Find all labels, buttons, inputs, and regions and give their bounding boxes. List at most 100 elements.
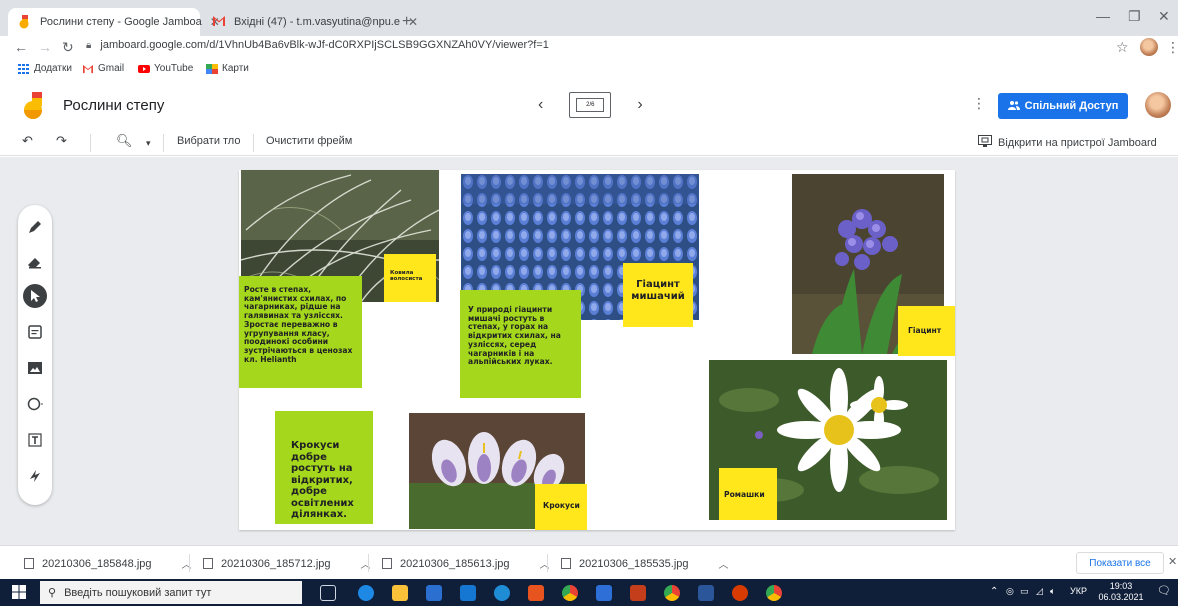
chevron-up-icon[interactable]: ︿ xyxy=(361,556,371,571)
redo-icon[interactable]: ↷ xyxy=(56,133,67,149)
prev-frame-icon[interactable]: ‹ xyxy=(538,96,543,114)
tray-chevron-icon[interactable]: ⌃ xyxy=(990,586,998,597)
text-box-icon[interactable] xyxy=(23,428,47,452)
toolbar-divider xyxy=(253,134,254,152)
more-options-icon[interactable]: ⋮ xyxy=(972,95,986,112)
bookmark-youtube[interactable]: YouTube xyxy=(138,63,193,74)
reload-icon[interactable]: ↻ xyxy=(62,39,74,56)
chrome-icon[interactable] xyxy=(562,585,578,601)
bookmark-apps[interactable]: Додатки xyxy=(18,63,72,74)
tray-app-icon[interactable]: ◎ xyxy=(1006,586,1014,597)
clock[interactable]: 19:03 06.03.2021 xyxy=(1096,581,1146,603)
mail-icon[interactable] xyxy=(460,585,476,601)
close-window-icon[interactable]: ✕ xyxy=(1158,8,1170,25)
open-on-jamboard-button[interactable]: Відкрити на пристрої Jamboard xyxy=(978,135,1157,150)
jam-title[interactable]: Рослини степу xyxy=(63,97,164,114)
download-item[interactable]: 20210306_185535.jpg ︿ xyxy=(561,556,729,571)
share-button[interactable]: Спільний Доступ xyxy=(998,93,1128,119)
next-frame-icon[interactable]: › xyxy=(637,96,642,114)
note-hyacinth-label[interactable]: Гіацинт xyxy=(898,306,955,356)
show-all-downloads-button[interactable]: Показати все xyxy=(1076,552,1164,574)
apps-grid-icon xyxy=(18,63,30,74)
undo-icon[interactable]: ↶ xyxy=(22,133,33,149)
word-icon[interactable] xyxy=(698,585,714,601)
bookmark-star-icon[interactable]: ☆ xyxy=(1116,39,1129,56)
tool-rail xyxy=(18,205,52,505)
office-icon[interactable] xyxy=(528,585,544,601)
bookmarks-bar: Додатки Gmail YouTube Карти xyxy=(0,60,1178,80)
note-grape-hyacinth-label[interactable]: Гіацинт мишачий xyxy=(623,263,693,327)
windows-start-icon[interactable] xyxy=(12,585,26,599)
url-field[interactable]: 🔒︎ jamboard.google.com/d/1VhnUb4Ba6vBlk-… xyxy=(86,39,549,51)
note-feather-grass-description[interactable]: Росте в степах, кам'янистих схилах, по ч… xyxy=(239,276,362,388)
add-image-icon[interactable] xyxy=(23,356,47,380)
jamboard-header: Рослини степу ‹ 2/6 › ⋮ Спільний Доступ xyxy=(0,80,1178,130)
jamboard-logo-icon[interactable] xyxy=(22,92,48,120)
bookmark-gmail[interactable]: Gmail xyxy=(82,63,124,74)
set-background-button[interactable]: Вибрати тло xyxy=(177,135,240,147)
download-filename: 20210306_185535.jpg xyxy=(579,557,689,570)
tab-jamboard[interactable]: Рослини степу - Google Jamboa ✕ xyxy=(8,8,220,36)
maximize-icon[interactable]: ❐ xyxy=(1128,8,1141,25)
bookmark-label: Карти xyxy=(222,63,249,74)
browser-tab-strip: Рослини степу - Google Jamboa ✕ Вхідні (… xyxy=(0,0,1178,36)
pdf-reader-icon[interactable] xyxy=(732,585,748,601)
sticky-note-icon[interactable] xyxy=(23,320,47,344)
note-chamomile-label[interactable]: Ромашки xyxy=(719,468,777,520)
chrome-second-icon[interactable] xyxy=(766,585,782,601)
volume-icon[interactable]: 🔈︎ xyxy=(1050,586,1055,597)
file-explorer-icon[interactable] xyxy=(392,585,408,601)
task-view-icon[interactable] xyxy=(320,585,336,601)
clear-frame-button[interactable]: Очистити фрейм xyxy=(266,135,352,147)
minimize-icon[interactable]: — xyxy=(1096,8,1110,24)
zoom-app-icon[interactable] xyxy=(596,585,612,601)
back-icon[interactable]: ← xyxy=(14,39,28,55)
note-feather-grass-label[interactable]: Ковила волосиста xyxy=(384,254,436,302)
download-item[interactable]: 20210306_185613.jpg ︿ xyxy=(382,556,550,571)
close-downloads-icon[interactable]: ✕ xyxy=(1168,555,1177,568)
settings-app-icon[interactable] xyxy=(494,585,510,601)
browser-menu-icon[interactable]: ⋮ xyxy=(1166,39,1178,56)
taskbar-search-input[interactable]: ⚲ Введіть пошуковий запит тут xyxy=(40,581,302,604)
bookmark-label: Додатки xyxy=(34,63,72,74)
chevron-up-icon[interactable]: ︿ xyxy=(182,556,192,571)
circle-shape-icon[interactable] xyxy=(23,392,47,416)
network-icon[interactable]: ◿ xyxy=(1036,586,1043,597)
note-crocus-description[interactable]: Крокуси добре ростуть на відкритих, добр… xyxy=(275,411,373,524)
profile-avatar[interactable] xyxy=(1140,38,1158,56)
laser-icon[interactable] xyxy=(23,464,47,488)
store-icon[interactable] xyxy=(426,585,442,601)
jam-frame: Росте в степах, кам'янистих схилах, по ч… xyxy=(239,170,955,530)
maps-icon xyxy=(206,63,218,74)
forward-icon[interactable]: → xyxy=(38,39,52,55)
frame-bar-toggle[interactable]: 2/6 xyxy=(569,92,612,118)
download-item[interactable]: 20210306_185848.jpg ︿ xyxy=(24,556,192,571)
youtube-icon xyxy=(138,64,150,74)
input-language[interactable]: УКР xyxy=(1070,586,1087,596)
user-avatar[interactable] xyxy=(1145,92,1171,118)
download-item[interactable]: 20210306_185712.jpg ︿ xyxy=(203,556,371,571)
gmail-icon xyxy=(82,64,94,74)
notifications-icon[interactable]: 🗨︎ xyxy=(1157,584,1171,597)
note-crocus-label[interactable]: Крокуси xyxy=(535,484,587,530)
zoom-dropdown-icon[interactable]: ▾ xyxy=(146,138,151,149)
select-cursor-icon[interactable] xyxy=(23,284,47,308)
chrome-profile-icon[interactable] xyxy=(664,585,680,601)
bookmark-label: YouTube xyxy=(154,63,194,74)
new-tab-icon[interactable]: + xyxy=(402,13,411,31)
chevron-up-icon[interactable]: ︿ xyxy=(719,556,729,571)
note-grape-hyacinth-description[interactable]: У природі гіацинти мишачі ростуть в степ… xyxy=(460,290,581,398)
edge-icon[interactable] xyxy=(358,585,374,601)
tab-gmail[interactable]: Вхідні (47) - t.m.vasyutina@npu.e ✕ xyxy=(202,8,418,36)
share-label: Спільний Доступ xyxy=(1024,100,1119,112)
chevron-up-icon[interactable]: ︿ xyxy=(540,556,550,571)
zoom-icon[interactable]: 🔍︎ xyxy=(116,133,133,149)
pen-icon[interactable] xyxy=(23,215,47,239)
powerpoint-icon[interactable] xyxy=(630,585,646,601)
bookmark-maps[interactable]: Карти xyxy=(206,63,249,74)
download-filename: 20210306_185613.jpg xyxy=(400,557,510,570)
frame-indicator: 2/6 xyxy=(576,98,605,112)
eraser-icon[interactable] xyxy=(23,250,47,274)
downloads-bar: 20210306_185848.jpg ︿ 20210306_185712.jp… xyxy=(0,545,1178,579)
battery-icon[interactable]: ▭ xyxy=(1020,586,1029,597)
